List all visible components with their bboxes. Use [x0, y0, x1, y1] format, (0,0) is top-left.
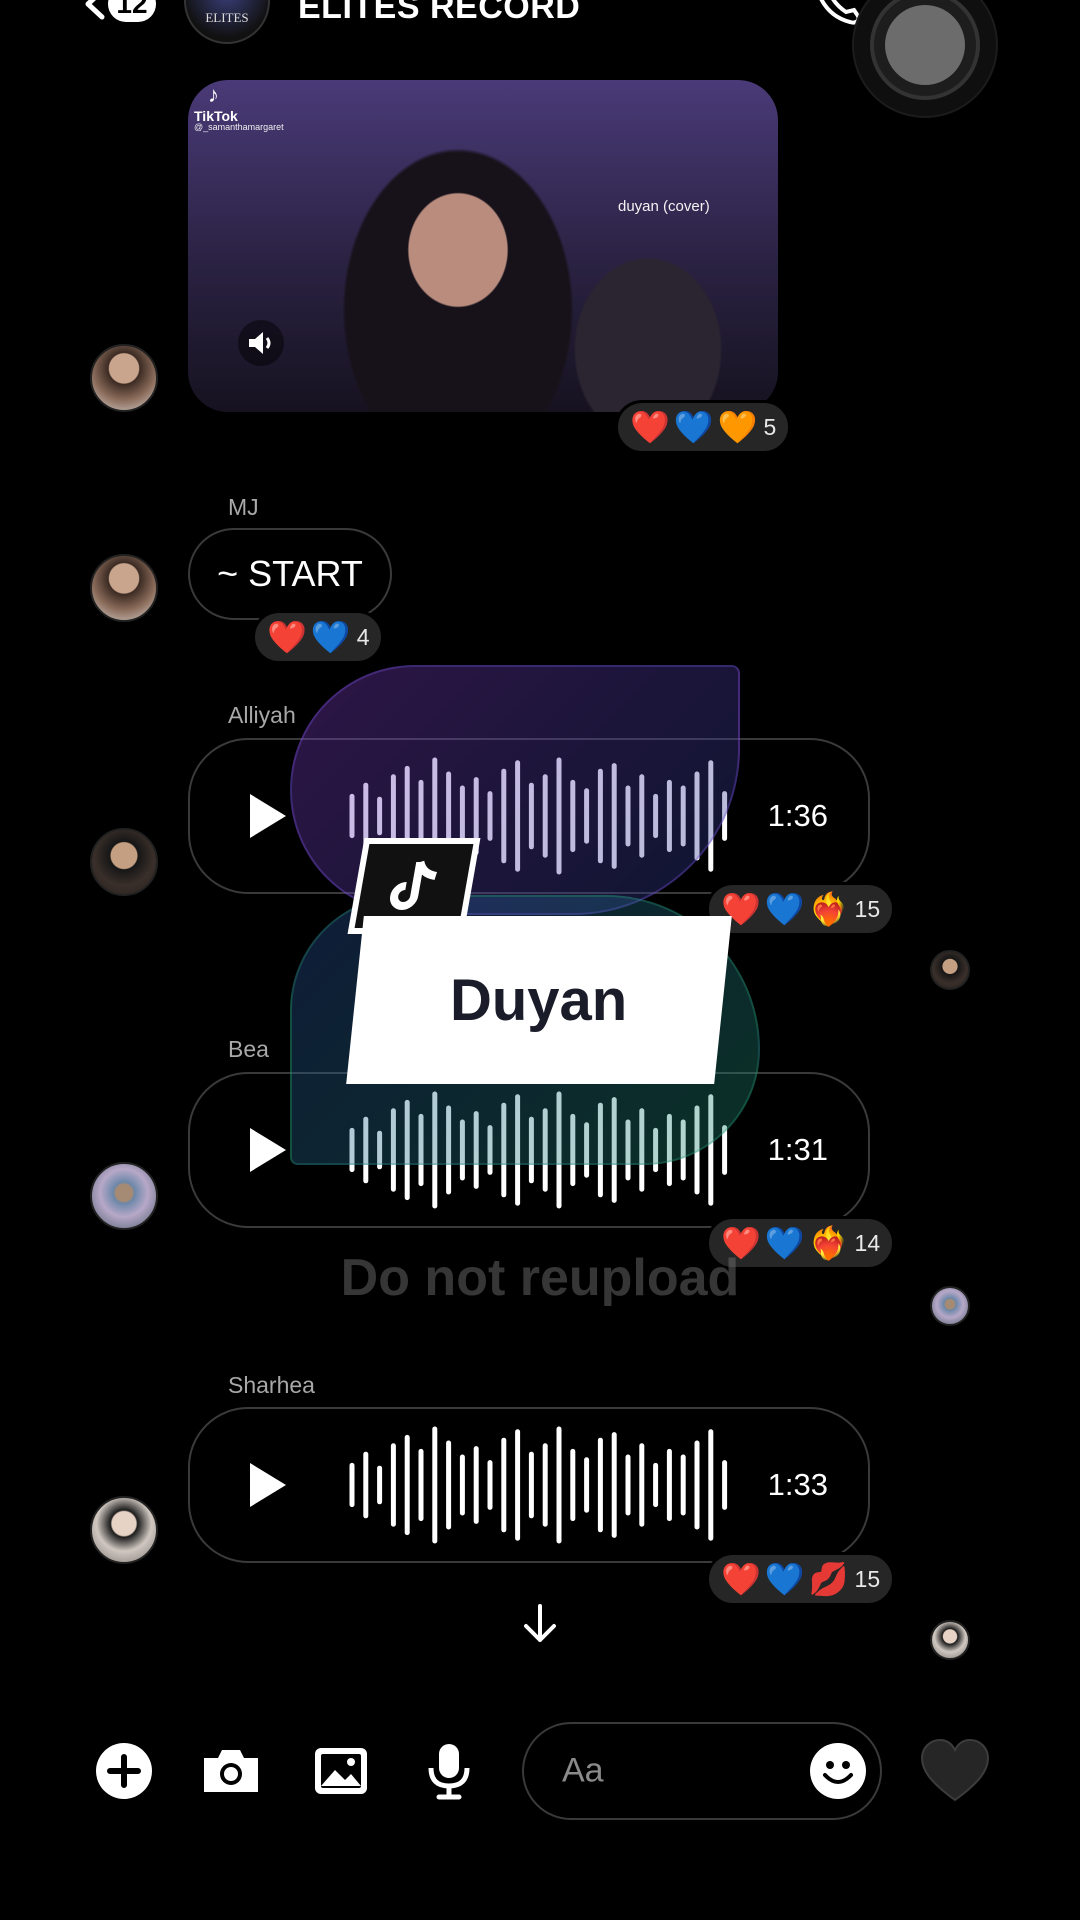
avatar[interactable]	[90, 1496, 158, 1564]
message-placeholder: Aa	[562, 1751, 604, 1790]
chevron-left-icon	[85, 0, 105, 20]
speaker-icon[interactable]	[238, 320, 284, 366]
reaction-pill[interactable]: ❤️ 💙 ❤️‍🔥 15	[706, 882, 896, 936]
sender-name: Sharhea	[228, 1372, 315, 1398]
record-dot	[885, 5, 965, 85]
avatar[interactable]	[90, 344, 158, 412]
tiktok-icon	[390, 860, 438, 910]
voice-duration: 1:33	[767, 1467, 828, 1502]
reaction-emoji: ❤️	[721, 1560, 761, 1598]
reaction-emoji: ❤️‍🔥	[808, 890, 849, 928]
back-button[interactable]: 12	[78, 0, 156, 22]
unread-count-badge: 12	[108, 0, 156, 22]
play-icon[interactable]	[246, 1124, 290, 1176]
reaction-emoji: 💙	[310, 618, 351, 656]
song-title-card: Duyan	[346, 916, 732, 1084]
reaction-emoji: 💙	[673, 408, 714, 446]
reaction-emoji: 💙	[764, 1560, 805, 1598]
tiktok-icon: ♪	[208, 82, 219, 107]
text-message[interactable]: ~ START	[188, 528, 392, 620]
voice-duration: 1:36	[767, 798, 828, 833]
reaction-emoji: ❤️	[630, 408, 670, 446]
reaction-count: 15	[854, 895, 881, 922]
reaction-count: 5	[763, 413, 777, 440]
sender-name: MJ	[228, 494, 259, 520]
avatar[interactable]	[90, 554, 158, 622]
sender-name: Alliyah	[228, 702, 296, 728]
reaction-emoji: 💋	[808, 1560, 849, 1598]
tiktok-handle: @_samanthamargaret	[194, 122, 284, 132]
play-icon[interactable]	[246, 790, 290, 842]
reaction-count: 4	[356, 623, 370, 650]
reaction-pill[interactable]: ❤️ 💙 4	[252, 610, 385, 664]
emoji-icon[interactable]	[810, 1743, 866, 1799]
chat-title[interactable]: ELITES RECORD	[298, 0, 580, 27]
record-ring	[870, 0, 980, 100]
read-receipt-avatar	[930, 950, 970, 990]
microphone-icon[interactable]	[418, 1740, 480, 1802]
song-title: Duyan	[450, 967, 628, 1033]
play-icon[interactable]	[246, 1459, 290, 1511]
read-receipt-avatar	[930, 1620, 970, 1660]
chat-header: 12 ELITES ELITES RECORD	[0, 0, 1080, 118]
video-message[interactable]: ♪ TikTok @_samanthamargaret duyan (cover…	[188, 80, 778, 412]
heart-icon[interactable]	[920, 1738, 990, 1804]
reaction-emoji: ❤️	[267, 618, 307, 656]
screen-record-button[interactable]	[852, 0, 998, 118]
reaction-pill[interactable]: ❤️ 💙 🧡 5	[615, 400, 792, 454]
video-caption: duyan (cover)	[618, 198, 710, 215]
arrow-down-icon[interactable]	[520, 1602, 560, 1646]
voice-message[interactable]: 1:33	[188, 1407, 870, 1563]
message-input[interactable]: Aa	[522, 1722, 882, 1820]
tiktok-watermark: ♪ TikTok	[194, 82, 294, 124]
sender-name: Bea	[228, 1036, 269, 1062]
camera-icon[interactable]	[200, 1740, 262, 1802]
group-avatar[interactable]: ELITES	[184, 0, 270, 44]
reaction-count: 15	[854, 1565, 881, 1592]
reaction-emoji: 🧡	[717, 408, 758, 446]
avatar[interactable]	[90, 1162, 158, 1230]
reaction-emoji: 💙	[764, 890, 805, 928]
voice-message[interactable]: 1:31	[188, 1072, 870, 1228]
reaction-pill[interactable]: ❤️ 💙 💋 15	[706, 1552, 896, 1606]
waveform	[349, 1091, 728, 1209]
watermark-text: Do not reupload	[340, 1249, 740, 1307]
image-icon[interactable]	[310, 1740, 372, 1802]
waveform	[349, 1426, 728, 1544]
group-logo-text: ELITES	[205, 10, 249, 25]
voice-message[interactable]: 1:36	[188, 738, 870, 894]
plus-icon[interactable]	[93, 1740, 155, 1802]
avatar[interactable]	[90, 828, 158, 896]
voice-duration: 1:31	[767, 1132, 828, 1167]
